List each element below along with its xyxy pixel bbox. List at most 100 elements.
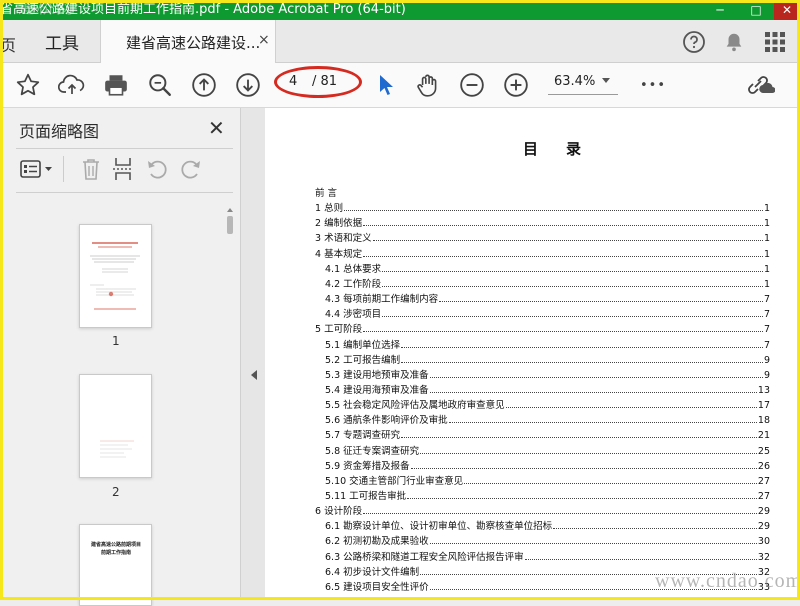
toc-leader-dots <box>429 543 757 545</box>
toc-leader-dots <box>407 498 757 499</box>
bookmark-star-icon[interactable] <box>13 71 43 99</box>
panel-title: 页面缩略图 <box>19 122 100 141</box>
toc-entry[interactable]: 4.3 每项前期工作编制内容 7 <box>325 290 770 305</box>
toc-leader-dots <box>448 422 757 424</box>
page-thumbnail-3[interactable]: 建省高速公路前期项目 前期工作指南 <box>79 524 152 606</box>
toc-entry[interactable]: 5.1 编制单位选择 7 <box>325 336 770 351</box>
tab-document[interactable]: 建省高速公路建设... × <box>100 20 276 63</box>
next-page-icon[interactable] <box>233 71 263 99</box>
rotate-right-icon[interactable] <box>178 156 204 182</box>
toc-entry-page: 32 <box>757 551 770 563</box>
toc-entry[interactable]: 5.8 征迁专案调查研究 25 <box>325 442 770 457</box>
divider <box>16 192 233 193</box>
toc-entry[interactable]: 5.7 专题调查研究 21 <box>325 426 770 441</box>
toc-entry[interactable]: 5.9 资金筹措及报备 26 <box>325 457 770 472</box>
thumbnail-page-number: 2 <box>112 485 120 499</box>
page-thumbnail-2[interactable] <box>79 374 152 478</box>
toc-entry-page: 26 <box>757 460 770 472</box>
thumbnail-options-icon[interactable] <box>17 156 57 182</box>
toc-entry-label: 1 总则 <box>315 203 344 215</box>
toc-entry-page: 13 <box>757 384 770 396</box>
toc-leader-dots <box>382 316 763 318</box>
toc-entry-label: 6 设计阶段 <box>315 506 363 518</box>
toc-entry-page: 18 <box>757 415 770 427</box>
zoom-out-icon[interactable] <box>457 71 487 99</box>
trash-icon[interactable] <box>78 156 104 182</box>
toc-entry-label: 5.11 工可报告审批 <box>325 491 407 502</box>
main-toolbar: ••• <box>0 63 800 108</box>
toc-entry[interactable]: 5.11 工可报告审批 27 <box>325 487 770 502</box>
select-cursor-icon[interactable] <box>370 71 400 99</box>
toc-entry[interactable]: 6.1 勘察设计单位、设计初审单位、勘察核查单位招标 29 <box>325 517 770 532</box>
tab-home[interactable]: 页 <box>0 32 16 56</box>
print-icon[interactable] <box>101 71 131 99</box>
tab-document-label: 建省高速公路建设... <box>126 34 261 52</box>
more-tools-button[interactable]: ••• <box>638 71 668 99</box>
toc-leader-dots <box>420 452 757 454</box>
restore-button[interactable]: □ <box>738 0 774 20</box>
toc-entry-label: 3 术语和定义 <box>315 233 372 245</box>
toc-leader-dots <box>382 270 763 272</box>
page-thumbnail-1[interactable] <box>79 224 152 328</box>
toc-leader-dots <box>401 361 763 363</box>
bell-icon[interactable] <box>721 29 747 55</box>
toc-entry[interactable]: 1 总则 1 <box>315 199 770 214</box>
toc-entry[interactable]: 4.2 工作阶段 1 <box>325 275 770 290</box>
toc-leader-dots <box>410 467 757 469</box>
toc-entry-page: 1 <box>763 263 770 275</box>
toc-entry-label: 5.6 通航条件影响评价及审批 <box>325 415 448 427</box>
tab-close-icon[interactable]: × <box>258 32 270 48</box>
toc-entry[interactable]: 5.10 交通主管部门行业审查意见 27 <box>325 472 770 487</box>
toc-entry[interactable]: 5.2 工可报告编制 9 <box>325 351 770 366</box>
toc-entry[interactable]: 5.3 建设用地预审及准备 9 <box>325 366 770 381</box>
toc-entry[interactable]: 4.4 涉密项目 7 <box>325 305 770 320</box>
toc-entry-page: 27 <box>757 491 770 502</box>
share-link-icon[interactable] <box>745 71 775 99</box>
toc-entry[interactable]: 6 设计阶段 29 <box>315 502 770 517</box>
zoom-in-icon[interactable] <box>501 71 531 99</box>
previous-page-icon[interactable] <box>189 71 219 99</box>
toc-entry[interactable]: 6.2 初测初勘及成果验收 30 <box>325 532 770 547</box>
toc-entry[interactable]: 5 工可阶段 7 <box>315 320 770 335</box>
zoom-level-dropdown[interactable]: 63.4% <box>548 74 618 95</box>
toc-entry[interactable]: 4 基本规定 1 <box>315 245 770 260</box>
toc-leader-dots <box>344 210 763 212</box>
document-view[interactable]: 目录 前 言1 总则 1 2 编制依据 1 3 术语和定义 1 4 基本规定 1 4.1 总体要… <box>265 108 800 600</box>
toc-leader-dots <box>382 285 763 287</box>
toc-leader-dots <box>363 255 763 257</box>
apps-grid-icon[interactable] <box>762 29 788 55</box>
toc-entry-label: 4 基本规定 <box>315 248 363 260</box>
help-icon[interactable] <box>681 29 707 55</box>
toc-entry[interactable]: 5.6 通航条件影响评价及审批 18 <box>325 411 770 426</box>
toc-entry-page: 1 <box>763 278 770 290</box>
toc-entry[interactable]: 4.1 总体要求 1 <box>325 260 770 275</box>
panel-close-icon[interactable]: ✕ <box>208 116 225 140</box>
toc-entry[interactable]: 6.3 公路桥梁和隧道工程安全风险评估报告评审 32 <box>325 548 770 563</box>
zoom-search-icon[interactable] <box>145 71 175 99</box>
toc-entry[interactable]: 5.5 社会稳定风险评估及属地政府审查意见 17 <box>325 396 770 411</box>
toc-entry-page: 27 <box>757 475 770 487</box>
rotate-left-icon[interactable] <box>144 156 170 182</box>
cloud-upload-icon[interactable] <box>57 71 87 99</box>
insert-page-icon[interactable] <box>110 156 136 182</box>
toc-entry-label: 4.1 总体要求 <box>325 263 382 275</box>
collapse-panel-arrow-icon[interactable] <box>251 370 257 380</box>
scrollbar-thumb[interactable] <box>227 216 233 234</box>
tab-tools[interactable]: 工具 <box>24 20 100 62</box>
panel-splitter[interactable] <box>240 108 265 600</box>
toc-entry[interactable]: 2 编制依据 1 <box>315 214 770 229</box>
minimize-button[interactable]: ─ <box>702 0 738 20</box>
window-controls: ─ □ ✕ <box>702 0 800 20</box>
toc-entry-page: 1 <box>763 203 770 215</box>
thumbnail-scrollbar[interactable] <box>225 208 235 600</box>
tab-bar: 页 工具 建省高速公路建设... × <box>0 20 800 63</box>
hand-tool-icon[interactable] <box>413 71 443 99</box>
close-window-button[interactable]: ✕ <box>774 0 800 20</box>
toc-entry-label: 2 编制依据 <box>315 218 363 230</box>
toolbar-separator <box>63 156 64 182</box>
toc-entry[interactable]: 5.4 建设用海预审及准备 13 <box>325 381 770 396</box>
scroll-up-icon[interactable] <box>227 208 233 212</box>
toc-entry[interactable]: 前 言 <box>315 184 415 199</box>
toc-entry[interactable]: 3 术语和定义 1 <box>315 229 770 244</box>
toc-leader-dots <box>524 558 757 560</box>
